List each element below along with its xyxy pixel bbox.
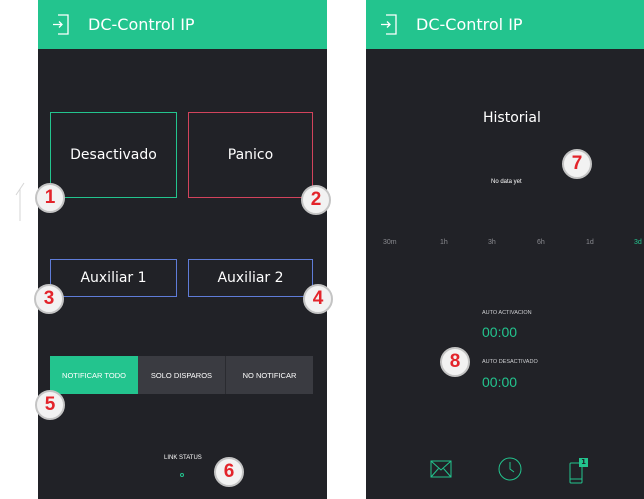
phone-screen-history: DC-Control IP Historial No data yet 30m …	[366, 0, 644, 499]
segment-notificar-todo[interactable]: NOTIFICAR TODO	[50, 356, 138, 394]
auto-activacion-label: AUTO ACTIVACION	[482, 310, 532, 316]
annotation-badge-3: 3	[34, 284, 64, 314]
annotation-badge-2: 2	[301, 185, 331, 215]
notification-segmented-switch: NOTIFICAR TODO SOLO DISPAROS NO NOTIFICA…	[50, 356, 313, 394]
desactivado-button[interactable]: Desactivado	[50, 112, 177, 198]
app-bar: DC-Control IP	[38, 0, 327, 49]
margin-artifact	[14, 181, 26, 223]
segment-no-notificar[interactable]: NO NOTIFICAR	[226, 356, 313, 394]
auto-desactivado-label: AUTO DESACTIVADO	[482, 359, 538, 365]
auxiliar-2-button[interactable]: Auxiliar 2	[188, 259, 313, 297]
timeframe-1h[interactable]: 1h	[440, 239, 448, 246]
timeframe-6h[interactable]: 6h	[537, 239, 545, 246]
timeframe-1d[interactable]: 1d	[586, 239, 594, 246]
timeframe-3h[interactable]: 3h	[488, 239, 496, 246]
clock-icon[interactable]	[498, 457, 522, 481]
app-title: DC-Control IP	[88, 15, 195, 34]
annotation-badge-6: 6	[214, 457, 244, 487]
annotation-badge-7: 7	[562, 149, 592, 179]
historial-title: Historial	[483, 110, 541, 126]
annotation-badge-4: 4	[303, 284, 333, 314]
notification-count-badge: 1	[581, 458, 586, 466]
mail-icon[interactable]	[430, 460, 452, 478]
link-status-led	[180, 473, 184, 477]
auxiliar-1-button[interactable]: Auxiliar 1	[50, 259, 177, 297]
annotation-badge-5: 5	[35, 390, 65, 420]
app-bar: DC-Control IP	[366, 0, 644, 49]
panico-button[interactable]: Panico	[188, 112, 313, 198]
annotation-badge-8: 8	[440, 347, 470, 377]
app-title: DC-Control IP	[416, 15, 523, 34]
segment-solo-disparos[interactable]: SOLO DISPAROS	[138, 356, 226, 394]
auto-activacion-time[interactable]: 00:00	[482, 324, 517, 340]
phone-screen-main: DC-Control IP Desactivado Panico Auxilia…	[38, 0, 327, 499]
timeframe-3d[interactable]: 3d	[634, 239, 642, 246]
link-status-label: LINK STATUS	[164, 455, 202, 461]
timeframe-30m[interactable]: 30m	[383, 239, 397, 246]
exit-icon[interactable]	[380, 14, 398, 35]
no-data-label: No data yet	[491, 179, 522, 185]
annotation-badge-1: 1	[35, 183, 65, 213]
auto-desactivado-time[interactable]: 00:00	[482, 374, 517, 390]
exit-icon[interactable]	[52, 14, 70, 35]
